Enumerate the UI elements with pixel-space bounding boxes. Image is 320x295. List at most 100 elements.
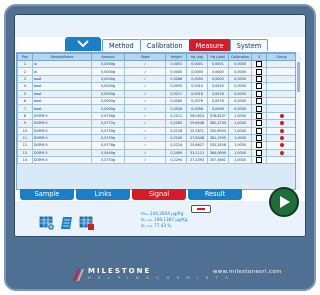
table-row[interactable]: 4 boat 0,0000g ✓ 0,0053 0,0010 0,0010 0,0000: [17, 82, 297, 91]
tab-system[interactable]: System: [229, 39, 269, 51]
tab-calibration[interactable]: Calibration: [139, 39, 190, 51]
checkbox-icon[interactable]: [256, 135, 263, 141]
table-cell: ✓: [123, 141, 167, 150]
table-row[interactable]: 3 boat 0,0000g ✓ 0,0266 0,0000 0,0000 0,0000: [17, 74, 297, 84]
group-cell[interactable]: [266, 82, 297, 91]
checkbox-icon[interactable]: [256, 105, 263, 112]
column-header[interactable]: State: [123, 53, 167, 61]
group-cell[interactable]: [266, 67, 297, 76]
column-header[interactable]: Pos: [17, 53, 33, 61]
menu-toggle-button[interactable]: [65, 37, 101, 51]
table-cell: 381,1995: [206, 133, 229, 143]
table-row[interactable]: 5 boat 0,0000g ✓ 0,0217 0,0018 0,0018 0,0000: [17, 89, 297, 98]
checkbox-icon[interactable]: [256, 157, 263, 163]
group-cell[interactable]: [266, 104, 297, 113]
select-checkbox[interactable]: [251, 89, 268, 98]
select-checkbox[interactable]: [251, 119, 268, 128]
select-checkbox[interactable]: [251, 111, 268, 121]
group-cell[interactable]: [266, 89, 297, 98]
group-cell[interactable]: [266, 126, 297, 135]
table-row[interactable]: 7 boat 0,0000g ✓ 0,0526 0,0096 0,0096 0,0000: [17, 104, 297, 113]
bottom-toolbar: m= 244,2604 µg/Kg σₙ₋₁= 189,1387 µg/Kg σ…: [15, 201, 305, 236]
group-cell[interactable]: [266, 119, 297, 128]
table-cell: 0,2294: [165, 156, 188, 165]
start-button[interactable]: [269, 187, 299, 217]
select-checkbox[interactable]: [251, 59, 268, 69]
column-header[interactable]: Height: [165, 53, 188, 61]
brand-tagline: H E L P I N G C H E M I S T S: [88, 275, 231, 280]
column-header[interactable]: Hg (ng): [186, 53, 208, 61]
group-cell[interactable]: [266, 148, 297, 158]
select-checkbox[interactable]: [251, 141, 268, 150]
select-checkbox[interactable]: [251, 156, 268, 165]
table-row[interactable]: 13 DORM II 0,0449g ✓ 0,2409 33,1113 384,0699 1,…: [17, 148, 297, 158]
group-cell[interactable]: [266, 96, 297, 106]
checkbox-icon[interactable]: [256, 120, 263, 126]
tab-method[interactable]: Method: [102, 39, 141, 51]
table-cell: ✓: [123, 104, 167, 113]
group-cell[interactable]: [266, 59, 297, 69]
checkbox-icon[interactable]: [256, 68, 263, 75]
group-cell[interactable]: [266, 141, 297, 150]
table-row[interactable]: 14 DORM II 0,0753g ✓ 0,2294 27,2093 357,3661 1,…: [17, 156, 297, 165]
scrollbar-thumb[interactable]: [297, 62, 300, 92]
table-cell: 9: [17, 119, 33, 128]
select-checkbox[interactable]: [251, 96, 268, 106]
table-cell: 0,2224: [165, 141, 188, 150]
table-row[interactable]: 10 DORM II 0,0759g ✓ 0,2126 25,2671 332,6903 1,…: [17, 126, 297, 135]
sample-table[interactable]: Pos SampleName Amount State Height Hg (n…: [16, 52, 298, 190]
table-cell: 0,0449g: [91, 148, 125, 158]
group-cell[interactable]: [266, 156, 297, 165]
checkbox-icon[interactable]: [256, 142, 263, 149]
table-row[interactable]: 11 DORM II 0,0759g ✓ 0,2249 27,8048 381,1995 1,…: [17, 133, 297, 143]
table-row[interactable]: 12 DORM II 0,0776g ✓ 0,2224 25,8627 333,2858 1,…: [17, 141, 297, 150]
table-cell: DORM II: [31, 148, 93, 158]
checkbox-icon[interactable]: [256, 98, 263, 104]
export-icon[interactable]: [79, 215, 95, 231]
table-row[interactable]: 1 al 0,0000g ✓ 0,0001 0,0001 0,0001 0,0000: [17, 59, 297, 69]
tab-signal[interactable]: Signal: [132, 189, 186, 200]
checkbox-icon[interactable]: [256, 61, 263, 67]
statistics-panel: m= 244,2604 µg/Kg σₙ₋₁= 189,1387 µg/Kg σ…: [141, 211, 188, 229]
checkbox-icon[interactable]: [256, 91, 263, 97]
select-checkbox[interactable]: [251, 67, 268, 76]
table-cell: 333,2858: [206, 141, 229, 150]
table-row[interactable]: 9 DORM II 0,0772g ✓ 0,2263 29,6046 382,2704 1,0…: [17, 119, 297, 128]
table-scrollbar[interactable]: [295, 52, 301, 190]
column-header[interactable]: Hg (ppb): [206, 53, 229, 61]
group-cell[interactable]: [266, 133, 297, 143]
checkbox-icon[interactable]: [256, 150, 263, 156]
table-cell: 10: [17, 126, 33, 135]
checkbox-icon[interactable]: [256, 128, 263, 134]
group-cell[interactable]: [266, 111, 297, 121]
checkbox-icon[interactable]: [256, 113, 263, 119]
tab-measure[interactable]: Measure: [188, 39, 231, 51]
tab-result[interactable]: Result: [188, 189, 242, 200]
checkbox-icon[interactable]: [256, 76, 263, 82]
checkbox-icon[interactable]: [256, 83, 263, 90]
table-cell: 0,0000g: [91, 96, 125, 106]
column-header[interactable]: SampleName: [31, 53, 93, 61]
column-header[interactable]: Calibration: [227, 53, 253, 61]
table-row[interactable]: 2 al 0,0000g ✓ 0,0000 0,0000 0,0000 0,0000: [17, 67, 297, 76]
add-rack-icon[interactable]: [39, 215, 55, 231]
select-checkbox[interactable]: [251, 104, 268, 113]
table-cell: 0,0000: [165, 67, 188, 76]
report-icon[interactable]: [59, 215, 75, 231]
table-cell: boat: [31, 96, 93, 106]
select-checkbox[interactable]: [251, 133, 268, 143]
select-checkbox[interactable]: [251, 74, 268, 84]
select-checkbox[interactable]: [251, 82, 268, 91]
column-header[interactable]: Amount: [91, 53, 125, 61]
select-checkbox[interactable]: [251, 126, 268, 135]
column-header[interactable]: S: [251, 53, 268, 61]
group-cell[interactable]: [266, 74, 297, 84]
tab-sample[interactable]: Sample: [20, 189, 74, 200]
tab-links[interactable]: Links: [76, 189, 130, 200]
select-checkbox[interactable]: [251, 148, 268, 158]
table-cell: 0,0096: [206, 104, 229, 113]
table-row[interactable]: 8 DORM II 0,0716g ✓ 0,2211 28,0823 376,8207 1,0…: [17, 111, 297, 121]
table-row[interactable]: 6 boat 0,0000g ✓ 0,0280 0,0076 0,0076 0,0000: [17, 96, 297, 106]
table-cell: 7: [17, 104, 33, 113]
column-header[interactable]: Group: [266, 53, 297, 61]
